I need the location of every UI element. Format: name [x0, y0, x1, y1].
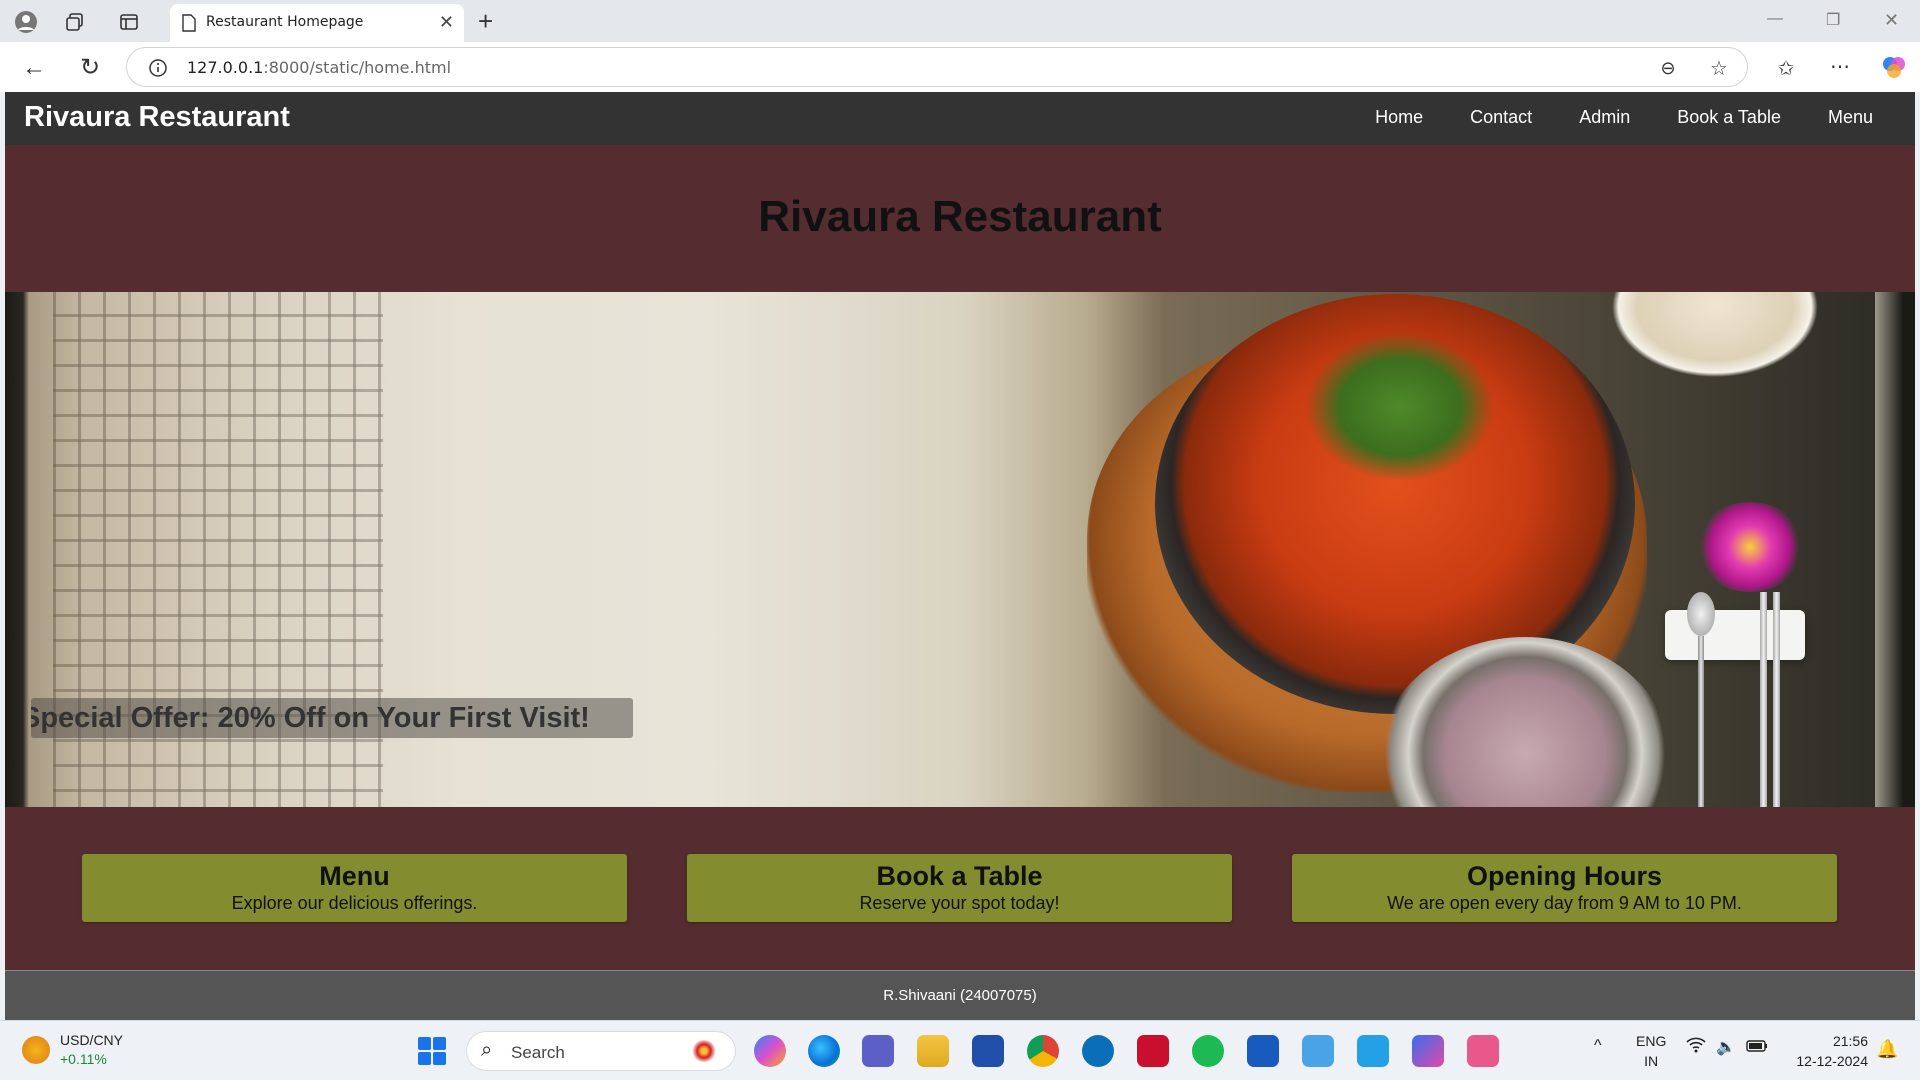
search-label: Search: [511, 1043, 565, 1062]
side-plate-image: [1605, 292, 1825, 382]
nav-link-menu[interactable]: Menu: [1828, 107, 1873, 128]
nav-link-home[interactable]: Home: [1375, 107, 1423, 128]
chopstick-image: [1760, 592, 1767, 807]
site-navbar: Rivaura Restaurant Home Contact Admin Bo…: [5, 92, 1915, 145]
browser-tab-bar: Restaurant Homepage ✕ + — ❐ ✕: [0, 0, 1920, 42]
word-app-icon[interactable]: [1247, 1035, 1279, 1067]
favorite-star-icon[interactable]: ☆: [1707, 56, 1731, 80]
page-icon: [180, 13, 198, 33]
search-highlight-icon: [691, 1040, 717, 1062]
lang-secondary: IN: [1644, 1053, 1659, 1069]
copilot-icon[interactable]: [1880, 53, 1908, 81]
teams-app-icon[interactable]: [862, 1035, 894, 1067]
back-icon[interactable]: ←: [20, 54, 48, 82]
orchid-flower-image: [1695, 502, 1805, 592]
spoon-image: [1687, 592, 1717, 807]
special-offer-banner: Special Offer: 20% Off on Your First Vis…: [31, 698, 633, 738]
photos-app-icon[interactable]: [1412, 1035, 1444, 1067]
file-explorer-icon[interactable]: [917, 1035, 949, 1067]
tray-overflow-icon[interactable]: ^: [1594, 1037, 1602, 1055]
page-content: Rivaura Restaurant Home Contact Admin Bo…: [5, 92, 1915, 1020]
footer-credit: R.Shivaani (24007075): [883, 987, 1037, 1004]
banner-edge-decoration: [1875, 292, 1915, 807]
nav-link-admin[interactable]: Admin: [1579, 107, 1630, 128]
active-tab[interactable]: Restaurant Homepage ✕: [170, 4, 464, 42]
tab-close-icon[interactable]: ✕: [439, 12, 454, 33]
vertical-tabs-icon[interactable]: [116, 9, 142, 35]
nav-links: Home Contact Admin Book a Table Menu: [1328, 107, 1873, 128]
nav-link-book-a-table[interactable]: Book a Table: [1677, 107, 1781, 128]
dell-app-icon[interactable]: [1082, 1035, 1114, 1067]
snipping-tool-icon[interactable]: [1467, 1035, 1499, 1067]
site-footer: R.Shivaani (24007075): [5, 970, 1915, 1020]
copilot-app-icon[interactable]: [754, 1035, 786, 1067]
url-field[interactable]: 127.0.0.1:8000/static/home.html ⊖ ☆: [126, 47, 1748, 87]
widget-label: USD/CNY: [60, 1032, 124, 1048]
url-path: :8000/static/home.html: [263, 58, 452, 77]
url-host: 127.0.0.1: [187, 58, 264, 77]
battery-icon[interactable]: [1746, 1039, 1768, 1055]
windows-taskbar: USD/CNY +0.11% ⌕ Search ^ ENG IN 🔈 21:56…: [0, 1020, 1920, 1080]
search-icon: ⌕: [481, 1039, 493, 1061]
volume-icon[interactable]: 🔈: [1716, 1037, 1736, 1057]
card-title: Opening Hours: [1467, 861, 1662, 891]
taskbar-search[interactable]: ⌕ Search: [466, 1031, 736, 1071]
notepad-app-icon[interactable]: [1302, 1035, 1334, 1067]
card-title: Book a Table: [876, 861, 1043, 891]
mcafee-app-icon[interactable]: [1137, 1035, 1169, 1067]
hero-title: Rivaura Restaurant: [758, 192, 1162, 241]
close-window-button[interactable]: ✕: [1884, 10, 1899, 31]
card-title: Menu: [319, 861, 390, 891]
microsoft-store-icon[interactable]: [972, 1035, 1004, 1067]
currency-coins-icon: [22, 1036, 50, 1064]
clock-time: 21:56: [1832, 1033, 1868, 1049]
new-tab-button[interactable]: +: [478, 6, 493, 37]
vscode-app-icon[interactable]: [1357, 1035, 1389, 1067]
wifi-icon[interactable]: [1686, 1037, 1706, 1056]
clock-date: 12-12-2024: [1796, 1053, 1868, 1069]
workspaces-icon[interactable]: [62, 9, 88, 35]
currency-widget[interactable]: USD/CNY +0.11%: [22, 1031, 123, 1069]
card-subtitle: Reserve your spot today!: [859, 893, 1060, 913]
card-subtitle: Explore our delicious offerings.: [231, 893, 478, 913]
nav-link-contact[interactable]: Contact: [1470, 107, 1532, 128]
notification-bell-icon[interactable]: 🔔: [1876, 1039, 1898, 1060]
feature-cards: Menu Explore our delicious offerings. Bo…: [5, 854, 1915, 924]
chopstick-image: [1773, 592, 1780, 807]
chrome-app-icon[interactable]: [1027, 1035, 1059, 1067]
reload-icon[interactable]: ↻: [76, 53, 104, 81]
more-menu-icon[interactable]: ⋯: [1826, 52, 1854, 80]
spoon-rest-image: [1665, 610, 1805, 660]
spotify-app-icon[interactable]: [1192, 1035, 1224, 1067]
site-info-icon[interactable]: [147, 57, 169, 79]
hero-banner-image: Special Offer: 20% Off on Your First Vis…: [5, 292, 1915, 807]
card-menu[interactable]: Menu Explore our delicious offerings.: [82, 854, 627, 922]
brand-logo-text[interactable]: Rivaura Restaurant: [24, 101, 290, 134]
special-offer-text: Special Offer: 20% Off on Your First Vis…: [31, 702, 590, 734]
system-clock[interactable]: 21:56 12-12-2024: [1780, 1031, 1868, 1071]
edge-app-icon[interactable]: [808, 1035, 840, 1067]
herb-garnish-image: [1305, 332, 1495, 482]
card-book-a-table[interactable]: Book a Table Reserve your spot today!: [687, 854, 1232, 922]
minimize-button[interactable]: —: [1767, 10, 1783, 28]
tab-title: Restaurant Homepage: [206, 14, 364, 30]
profile-icon[interactable]: [12, 8, 40, 36]
address-bar-row: ← ↻ 127.0.0.1:8000/static/home.html ⊖ ☆ …: [0, 42, 1920, 92]
widget-change: +0.11%: [60, 1051, 107, 1067]
card-opening-hours[interactable]: Opening Hours We are open every day from…: [1292, 854, 1837, 922]
windows-start-icon[interactable]: [418, 1037, 446, 1065]
favorites-icon[interactable]: ✩: [1772, 54, 1800, 82]
zoom-icon[interactable]: ⊖: [1657, 57, 1679, 79]
restore-button[interactable]: ❐: [1826, 10, 1840, 30]
lang-primary: ENG: [1636, 1033, 1667, 1049]
language-indicator[interactable]: ENG IN: [1636, 1031, 1666, 1071]
card-subtitle: We are open every day from 9 AM to 10 PM…: [1387, 893, 1742, 913]
url-text: 127.0.0.1:8000/static/home.html: [187, 58, 451, 77]
